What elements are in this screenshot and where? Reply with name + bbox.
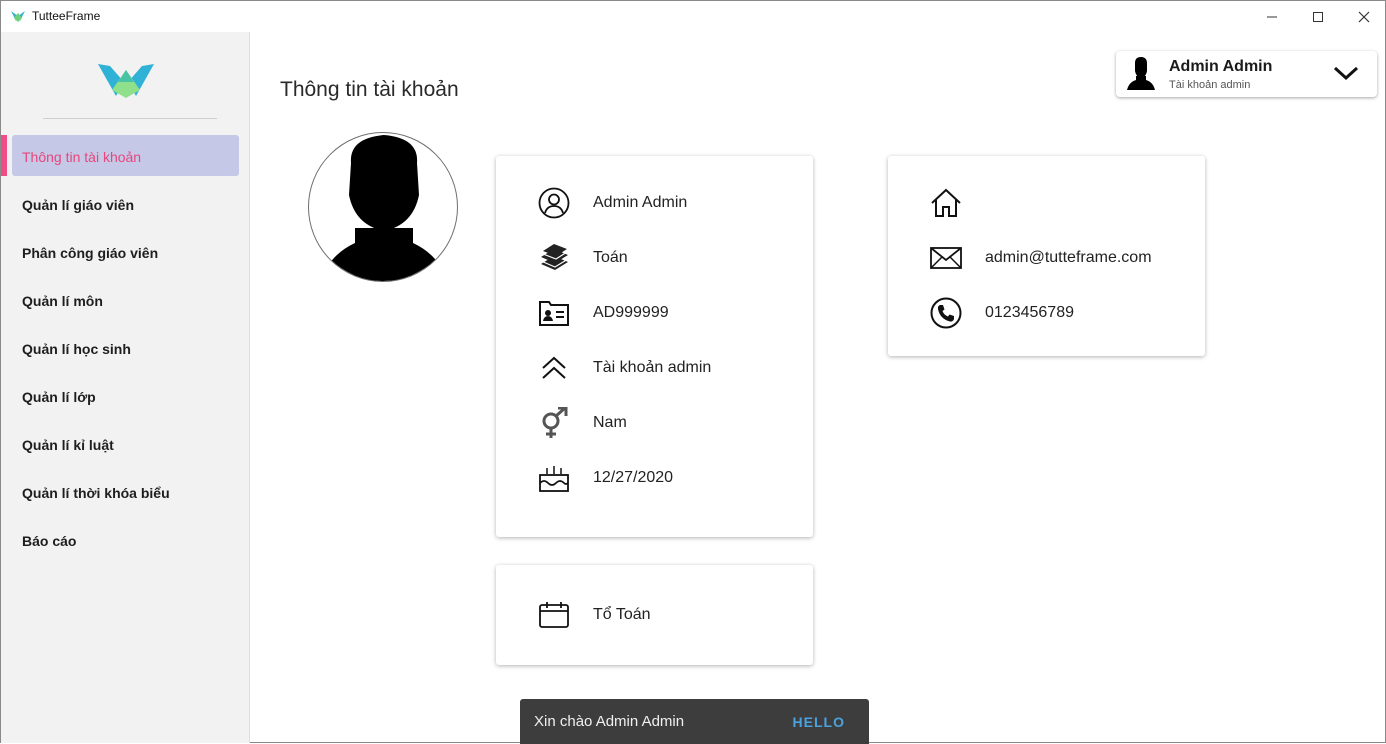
sidebar-item-discipline[interactable]: Quản lí kỉ luật: [1, 421, 250, 469]
profile-avatar: [308, 132, 458, 282]
sidebar-item-account-info[interactable]: Thông tin tài khoản: [1, 133, 250, 181]
close-icon: [1358, 11, 1370, 22]
info-id: AD999999: [593, 304, 669, 321]
info-row-gender: Nam: [496, 403, 813, 443]
chevron-double-up-icon: [538, 352, 570, 384]
info-name: Admin Admin: [593, 194, 688, 211]
account-info-card: Admin Admin Toán AD999999 Tài khoản admi…: [496, 156, 813, 537]
chevron-down-icon: [1333, 66, 1359, 81]
user-avatar-icon: [1127, 57, 1155, 90]
user-role: Tài khoản admin: [1169, 79, 1251, 91]
account-circle-icon: [538, 187, 570, 219]
info-row-birthday: 12/27/2020: [496, 458, 813, 498]
info-birthday: 12/27/2020: [593, 469, 674, 486]
calendar-icon: [538, 599, 570, 631]
gender-icon: [538, 407, 570, 439]
group-row: Tổ Toán: [496, 595, 813, 635]
sidebar-item-label: Quản lí lớp: [22, 389, 96, 405]
books-icon: [538, 242, 570, 274]
info-subject: Toán: [593, 249, 628, 266]
contact-card: admin@tutteframe.com 0123456789: [888, 156, 1205, 356]
contact-row-phone: 0123456789: [888, 293, 1205, 333]
divider: [43, 118, 217, 119]
sidebar: Thông tin tài khoản Quản lí giáo viên Ph…: [1, 32, 250, 743]
minimize-icon: [1267, 16, 1277, 17]
info-row-name: Admin Admin: [496, 183, 813, 223]
sidebar-item-students[interactable]: Quản lí học sinh: [1, 325, 250, 373]
user-name: Admin Admin: [1169, 58, 1273, 75]
sidebar-item-label: Quản lí thời khóa biểu: [22, 485, 170, 501]
sidebar-nav: Thông tin tài khoản Quản lí giáo viên Ph…: [1, 133, 250, 565]
home-icon: [930, 187, 962, 219]
sidebar-item-label: Phân công giáo viên: [22, 245, 159, 261]
sidebar-item-subjects[interactable]: Quản lí môn: [1, 277, 250, 325]
id-card-icon: [538, 297, 570, 329]
contact-row-address: [888, 183, 1205, 223]
person-silhouette-icon: [319, 135, 449, 281]
sidebar-item-teachers[interactable]: Quản lí giáo viên: [1, 181, 250, 229]
snackbar-message: Xin chào Admin Admin: [534, 713, 685, 730]
maximize-icon: [1313, 11, 1323, 22]
maximize-button[interactable]: [1295, 1, 1341, 32]
group-card: Tổ Toán: [496, 565, 813, 665]
info-position: Tài khoản admin: [593, 359, 712, 376]
minimize-button[interactable]: [1249, 1, 1295, 32]
window-title: TutteeFrame: [32, 9, 101, 23]
info-row-subject: Toán: [496, 238, 813, 278]
sidebar-item-timetable[interactable]: Quản lí thời khóa biểu: [1, 469, 250, 517]
snackbar-action-button[interactable]: HELLO: [793, 714, 845, 730]
close-button[interactable]: [1341, 1, 1386, 32]
info-row-id: AD999999: [496, 293, 813, 333]
info-gender: Nam: [593, 414, 627, 431]
sidebar-item-reports[interactable]: Báo cáo: [1, 517, 250, 565]
phone-icon: [930, 297, 962, 329]
app-logo-icon: [98, 64, 154, 98]
sidebar-item-label: Thông tin tài khoản: [22, 149, 142, 165]
info-group: Tổ Toán: [593, 606, 651, 623]
user-menu-button[interactable]: Admin Admin Tài khoản admin: [1116, 51, 1377, 97]
sidebar-item-teacher-assignment[interactable]: Phân công giáo viên: [1, 229, 250, 277]
birthday-cake-icon: [538, 462, 570, 494]
info-row-position: Tài khoản admin: [496, 348, 813, 388]
page-title: Thông tin tài khoản: [280, 78, 459, 101]
contact-phone: 0123456789: [985, 304, 1074, 321]
snackbar: Xin chào Admin Admin HELLO: [520, 699, 869, 744]
email-icon: [930, 242, 962, 274]
sidebar-item-classes[interactable]: Quản lí lớp: [1, 373, 250, 421]
sidebar-item-label: Quản lí môn: [22, 293, 103, 309]
contact-email: admin@tutteframe.com: [985, 249, 1152, 266]
app-logo-icon: [11, 11, 25, 22]
title-bar: TutteeFrame: [1, 1, 1385, 32]
contact-row-email: admin@tutteframe.com: [888, 238, 1205, 278]
sidebar-item-label: Quản lí kỉ luật: [22, 437, 114, 453]
sidebar-item-label: Báo cáo: [22, 533, 77, 549]
sidebar-item-label: Quản lí học sinh: [22, 341, 131, 357]
sidebar-item-label: Quản lí giáo viên: [22, 197, 135, 213]
